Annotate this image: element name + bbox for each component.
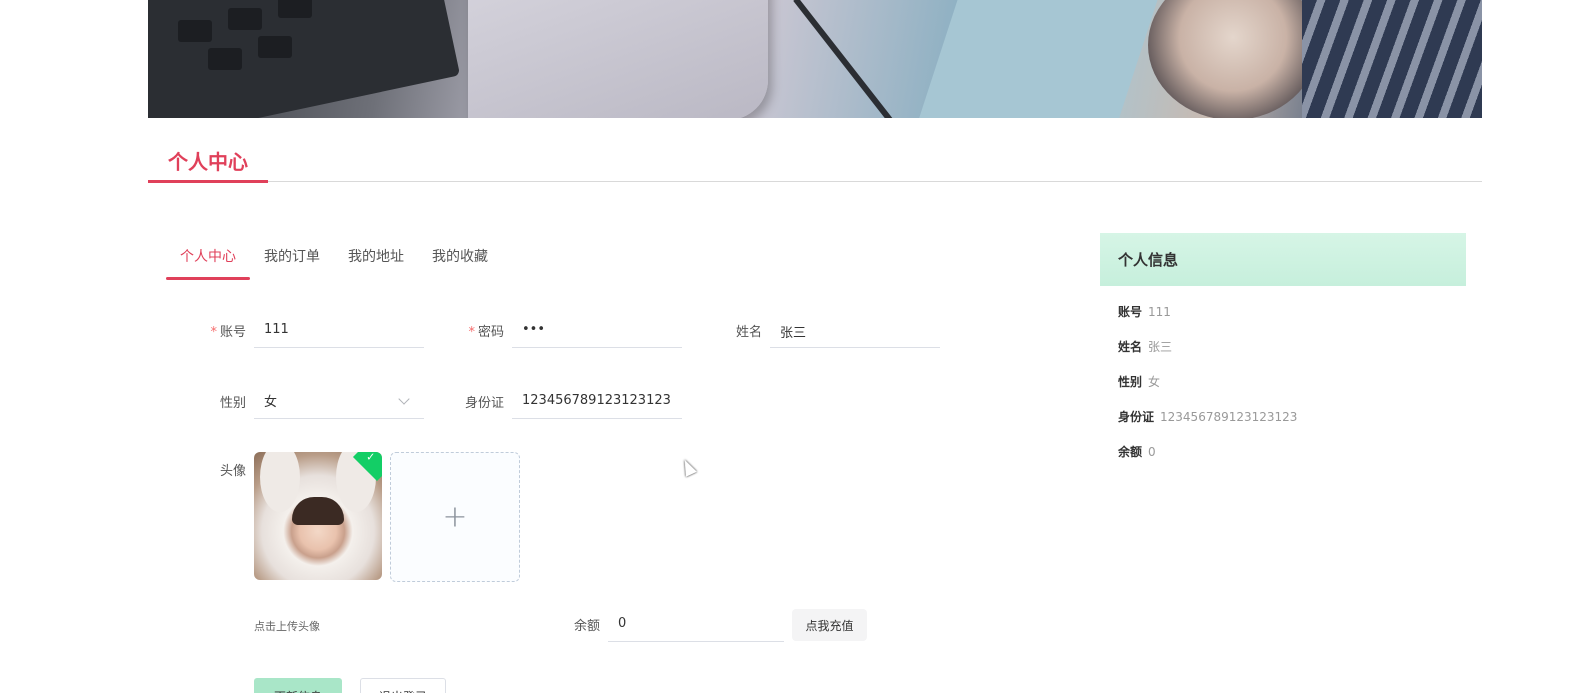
tab-my-favorites[interactable]: 我的收藏 xyxy=(418,238,502,278)
info-panel: 个人信息 账号 111 姓名 张三 性别女 身份证 12345678912312312… xyxy=(1100,233,1466,693)
plus-icon: + xyxy=(442,499,468,535)
name-field: 姓名 张三 xyxy=(676,312,940,348)
update-info-button[interactable]: 更新信息 xyxy=(254,678,342,693)
recharge-button[interactable]: 点我充值 xyxy=(792,609,867,641)
chevron-down-icon xyxy=(398,392,410,405)
info-row-idcard: 身份证 123456789123123123 xyxy=(1118,408,1297,425)
gender-field: 性别 女 xyxy=(160,383,424,419)
info-value: 111 xyxy=(1148,305,1171,319)
account-input[interactable]: 111 xyxy=(254,312,424,348)
avatar-upload-button[interactable]: + xyxy=(390,452,520,582)
info-key: 姓名 xyxy=(1118,340,1143,354)
name-input[interactable]: 张三 xyxy=(770,312,940,348)
info-row-account: 账号 111 xyxy=(1118,303,1171,320)
tab-my-orders[interactable]: 我的订单 xyxy=(250,238,334,278)
balance-label: 余额 xyxy=(573,619,600,634)
name-label: 姓名 xyxy=(735,325,762,340)
idcard-label: 身份证 xyxy=(464,396,504,411)
avatar-upload-tip: 点击上传头像 xyxy=(254,620,320,633)
paper-graphic xyxy=(915,0,1161,118)
info-row-name: 姓名 张三 xyxy=(1118,338,1172,355)
gender-select-value: 女 xyxy=(264,395,278,410)
banner-image xyxy=(148,0,1482,118)
trackpad-graphic xyxy=(468,0,768,118)
key-graphic xyxy=(178,20,212,42)
tab-my-address[interactable]: 我的地址 xyxy=(334,238,418,278)
key-graphic xyxy=(228,8,262,30)
section-header: 个人中心 xyxy=(148,140,1482,183)
info-key: 余额 xyxy=(1118,445,1143,459)
gender-label: 性别 xyxy=(219,396,246,411)
account-label: * 账号 xyxy=(210,325,246,340)
person-graphic xyxy=(1148,0,1318,118)
info-value: 女 xyxy=(1148,375,1161,389)
balance-input[interactable]: 0 xyxy=(608,606,784,642)
password-input[interactable]: ••• xyxy=(512,312,682,348)
stripes-graphic xyxy=(1302,0,1482,118)
info-row-balance: 余额 0 xyxy=(1118,443,1156,460)
info-key: 性别 xyxy=(1118,375,1143,389)
section-title-underline xyxy=(148,180,268,183)
gender-select[interactable]: 女 xyxy=(254,383,424,419)
avatar-image[interactable]: ✓ xyxy=(254,452,382,580)
section-title: 个人中心 xyxy=(168,150,248,174)
key-graphic xyxy=(278,0,312,18)
idcard-input[interactable]: 123456789123123123 xyxy=(512,383,682,419)
check-icon: ✓ xyxy=(366,452,376,464)
info-value: 123456789123123123 xyxy=(1160,410,1298,424)
key-graphic xyxy=(208,48,242,70)
balance-field: 余额 0 xyxy=(520,606,784,642)
key-graphic xyxy=(258,36,292,58)
password-field: * 密码 ••• xyxy=(418,312,682,348)
password-label: * 密码 xyxy=(468,325,504,340)
info-row-gender: 性别女 xyxy=(1118,373,1160,390)
info-value: 张三 xyxy=(1148,340,1173,354)
pen-graphic xyxy=(793,0,909,118)
info-key: 身份证 xyxy=(1118,410,1155,424)
avatar-detail xyxy=(260,452,300,512)
info-key: 账号 xyxy=(1118,305,1143,319)
page: 个人中心 个人中心 我的订单 我的地址 我的收藏 * 账号 111 * 密码 •••… xyxy=(0,0,1591,693)
account-field: * 账号 111 xyxy=(160,312,424,348)
avatar-label: 头像 xyxy=(219,464,246,479)
tab-bar: 个人中心 我的订单 我的地址 我的收藏 xyxy=(166,238,502,280)
mouse-cursor-icon xyxy=(679,457,697,477)
idcard-field: 身份证 123456789123123123 xyxy=(418,383,682,419)
info-value: 0 xyxy=(1148,445,1156,459)
info-panel-title: 个人信息 xyxy=(1100,233,1466,286)
logout-button[interactable]: 退出登录 xyxy=(360,678,446,693)
tab-personal-center[interactable]: 个人中心 xyxy=(166,238,250,280)
avatar-detail xyxy=(292,497,344,525)
